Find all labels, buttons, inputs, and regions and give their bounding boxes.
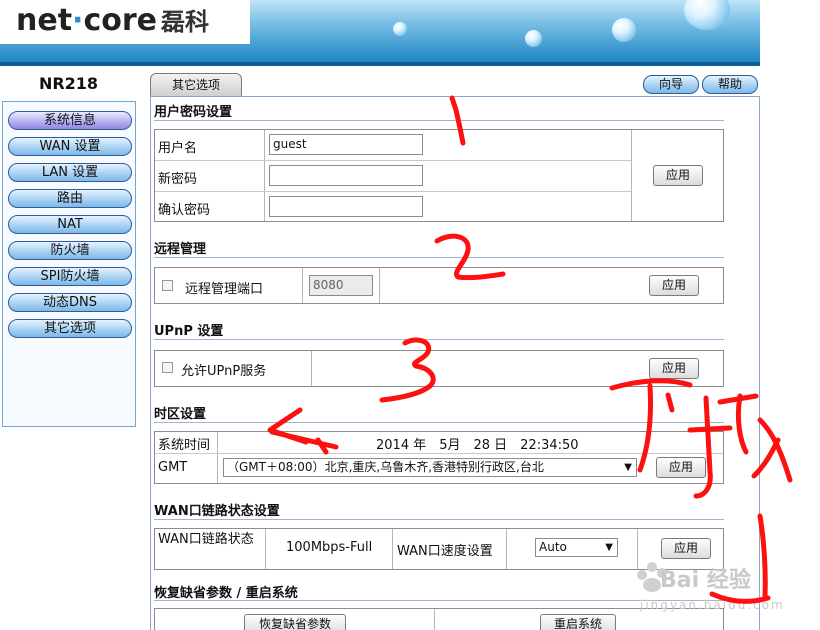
annotation-1 — [449, 95, 466, 146]
annotation-4 — [267, 407, 339, 455]
annotation-arrow — [709, 513, 771, 604]
annotation-3 — [379, 337, 436, 403]
annotation-upgrade — [609, 378, 793, 499]
handwritten-annotations — [267, 95, 793, 604]
annotation-2 — [434, 233, 506, 281]
